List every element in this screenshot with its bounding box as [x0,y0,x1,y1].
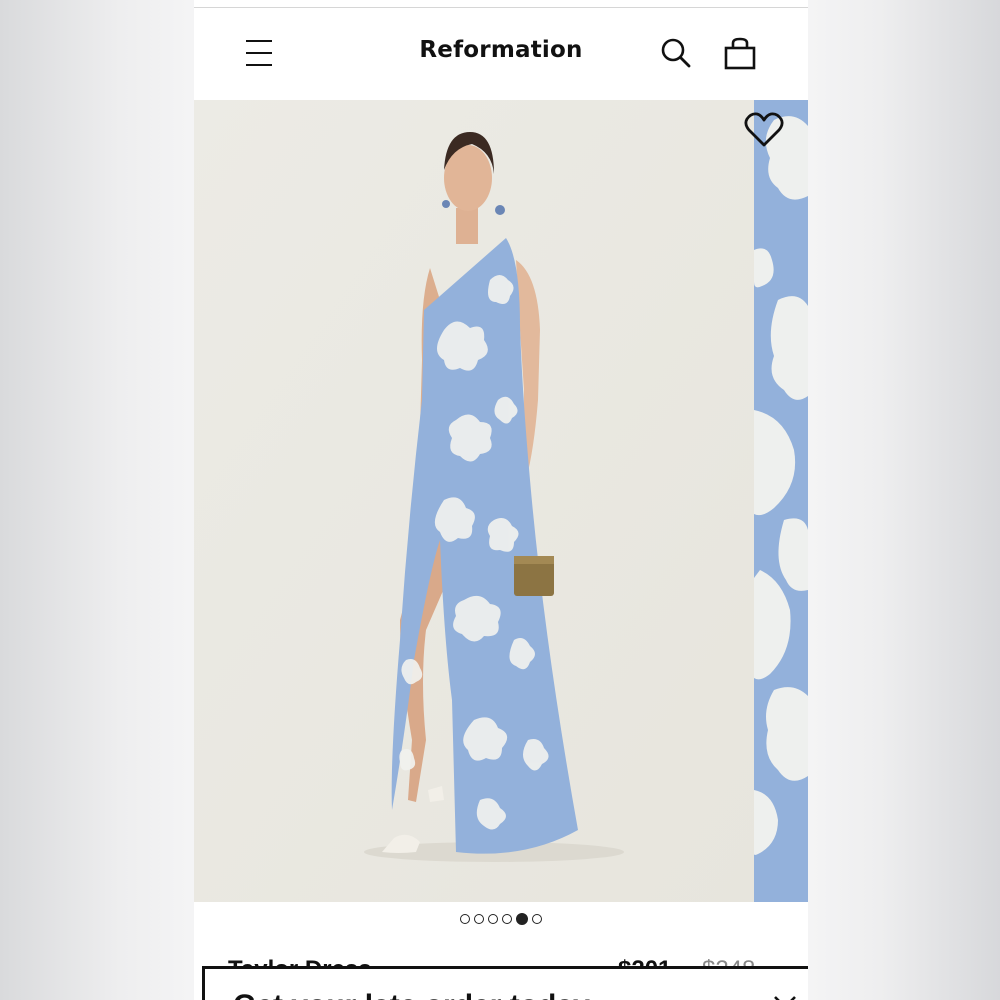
carousel-pagination [194,913,808,925]
carousel-dot[interactable] [502,914,512,924]
carousel-dot[interactable] [474,914,484,924]
carousel-dot[interactable] [460,914,470,924]
promo-popup[interactable]: Get your late order today [202,966,808,1000]
product-image-model[interactable] [194,100,754,902]
carousel-dot-active[interactable] [516,913,528,925]
site-header: Reformation [194,8,808,100]
shopping-bag-icon[interactable] [722,36,758,72]
phone-screen: Reformation [194,0,808,1000]
promo-popup-text: Get your late order today [233,989,590,1000]
heart-icon[interactable] [742,110,786,150]
carousel-dot[interactable] [488,914,498,924]
carousel-dot[interactable] [532,914,542,924]
product-image-carousel[interactable] [194,100,808,902]
search-icon[interactable] [658,36,694,72]
brand-logo[interactable]: Reformation [194,37,808,63]
product-image-fabric-detail[interactable] [754,100,808,902]
close-icon[interactable] [771,993,799,1000]
